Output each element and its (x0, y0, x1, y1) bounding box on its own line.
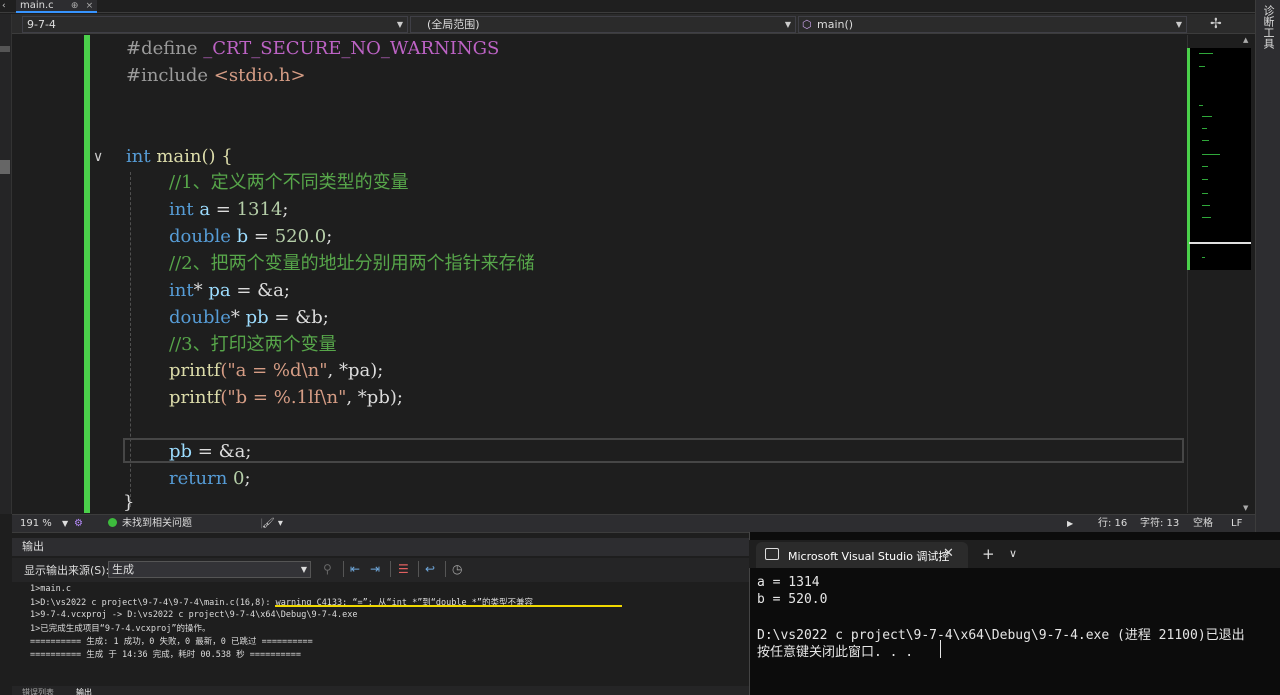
chevron-down-icon[interactable]: ∨ (1009, 547, 1017, 560)
chevron-down-icon: ▼ (1175, 20, 1182, 29)
output-line: ========== 生成 于 14:36 完成，耗时 00.538 秒 ===… (30, 650, 301, 660)
issues-text: 未找到相关问题 (122, 518, 192, 529)
code-line-6: //1、定义两个不同类型的变量 (169, 172, 409, 193)
project-name: 9-7-4 (27, 18, 56, 31)
diagnostic-tools-tab[interactable]: 诊断工具 (1255, 0, 1280, 540)
code-line-18: } (123, 492, 135, 513)
tab-error-list[interactable]: 错误列表 (22, 687, 54, 695)
left-strip-marker (0, 160, 10, 174)
code-line-1: #define _CRT_SECURE_NO_WARNINGS (126, 38, 500, 59)
zoom-level[interactable]: 191 % (20, 515, 52, 532)
close-icon[interactable]: × (86, 1, 94, 11)
left-sidebar-strip (0, 14, 12, 514)
document-tab-bar (0, 0, 1255, 13)
chevron-down-icon: ▼ (784, 20, 791, 29)
output-line: 1>已完成生成项目“9-7-4.vcxproj”的操作。 (30, 624, 211, 634)
console-line: a = 1314 (757, 575, 820, 590)
output-source-label: 显示输出来源(S): (24, 564, 110, 577)
issues-indicator[interactable]: 未找到相关问题 (108, 515, 192, 532)
pin-icon[interactable]: ⊕ (71, 1, 79, 11)
left-strip-marker (0, 46, 10, 52)
code-line-11: double* pb = &b; (169, 307, 329, 328)
tab-main-c[interactable]: main.c ⊕ × (16, 0, 98, 13)
word-wrap-icon[interactable]: ↩ (425, 562, 435, 576)
function-dropdown[interactable]: ⬡ main() ▼ (798, 16, 1187, 33)
clock-icon[interactable]: ◷ (452, 562, 462, 576)
scroll-up-icon[interactable]: ▲ (1243, 36, 1248, 44)
code-line-14: printf("b = %.1lf\n", *pb); (169, 387, 403, 408)
scroll-right-icon[interactable]: ▶ (1067, 515, 1073, 532)
scope-name: (全局范围) (427, 18, 480, 31)
navigation-bar: 9-7-4 ▼ (全局范围) ▼ ⬡ main() ▼ (0, 14, 1255, 34)
chevron-left-icon[interactable]: ‹ (2, 1, 6, 11)
code-line-16: pb = &a; (169, 441, 252, 462)
cube-icon: ⬡ (802, 18, 812, 31)
chevron-down-icon: ▼ (300, 565, 307, 574)
minimap-viewport-line (1189, 242, 1251, 244)
split-editor-icon[interactable]: ✢ (1210, 16, 1222, 32)
copilot-icon[interactable]: ⚙ (74, 515, 83, 532)
tab-output[interactable]: 输出 (76, 687, 92, 695)
output-line: 1>9-7-4.vcxproj -> D:\vs2022 c project\9… (30, 610, 358, 620)
tab-label: main.c (20, 0, 54, 11)
code-line-9: //2、把两个变量的地址分别用两个指针来存储 (169, 253, 535, 274)
diagnostic-tools-label: 诊断工具 (1262, 5, 1275, 49)
brush-icon[interactable]: 🖌 ▾ (262, 515, 283, 532)
output-source-value: 生成 (112, 563, 134, 576)
toolbar-separator (390, 561, 391, 577)
scroll-down-icon[interactable]: ▼ (1243, 504, 1248, 512)
code-line-17: return 0; (169, 468, 251, 489)
code-line-5: int main() { (126, 146, 233, 167)
line-number: 行: 16 (1098, 518, 1128, 529)
editor-status-bar: 191 % ▼ ⚙ 未找到相关问题 | 🖌 ▾ ▶ 行: 16 字符: 13 空… (12, 514, 1255, 532)
close-icon[interactable]: ✕ (943, 546, 954, 561)
check-circle-icon (108, 518, 117, 527)
code-line-13: printf("a = %d\n", *pa); (169, 360, 384, 381)
code-line-7: int a = 1314; (169, 199, 289, 220)
char-number: 字符: 13 (1140, 518, 1180, 529)
code-line-10: int* pa = &a; (169, 280, 290, 301)
new-tab-icon[interactable]: + (982, 545, 995, 563)
output-line: 1>main.c (30, 584, 71, 594)
output-source-select[interactable]: 生成 ▼ (108, 561, 311, 578)
output-line: ========== 生成: 1 成功，0 失败，0 最新，0 已跳过 ====… (30, 637, 313, 647)
change-tracking-bar (84, 35, 90, 513)
current-line-highlight (123, 438, 1184, 463)
bottom-panel-tabs: 错误列表 输出 (12, 686, 749, 695)
chevron-down-icon: ▼ (396, 20, 403, 29)
function-name: main() (817, 18, 854, 31)
vs-window: main.c ⊕ × ‹ 9-7-4 ▼ (全局范围) ▼ ⬡ main() ▼ ✢ … (0, 0, 1280, 695)
console-title: Microsoft Visual Studio 调试控 (788, 550, 950, 563)
code-line-8: double b = 520.0; (169, 226, 333, 247)
toolbar-separator (418, 561, 419, 577)
chevron-down-icon[interactable]: ▼ (62, 515, 68, 532)
console-line: b = 520.0 (757, 592, 828, 607)
warning-highlight-underline (275, 605, 622, 607)
find-message-icon[interactable]: ⚲ (323, 562, 332, 576)
minimap-change-bar (1187, 48, 1190, 270)
next-message-icon[interactable]: ⇥ (370, 562, 380, 576)
fold-chevron-icon[interactable]: ∨ (93, 149, 103, 165)
scope-dropdown[interactable]: (全局范围) ▼ (410, 16, 796, 33)
code-line-2: #include <stdio.h> (126, 65, 306, 86)
terminal-icon (765, 548, 779, 560)
whitespace-mode[interactable]: 空格 (1193, 515, 1213, 532)
prev-message-icon[interactable]: ⇤ (350, 562, 360, 576)
toolbar-separator (343, 561, 344, 577)
clear-all-icon[interactable]: ☰ (398, 562, 409, 576)
project-dropdown[interactable]: 9-7-4 ▼ (22, 16, 408, 33)
code-line-12: //3、打印这两个变量 (169, 334, 337, 355)
line-ending[interactable]: LF (1231, 515, 1242, 532)
toolbar-separator (445, 561, 446, 577)
console-cursor (940, 640, 941, 658)
console-line: 按任意键关闭此窗口. . . (757, 645, 914, 660)
code-minimap[interactable] (1189, 48, 1251, 270)
output-panel-title: 输出 (12, 538, 749, 556)
